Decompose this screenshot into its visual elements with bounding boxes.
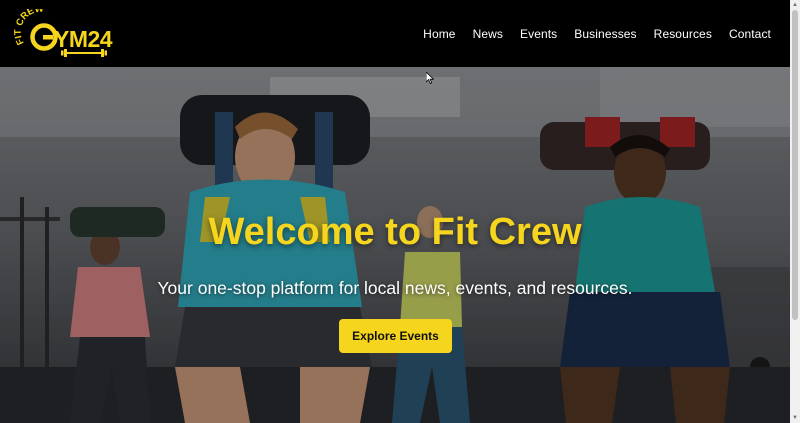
cursor-arrow-icon	[426, 72, 434, 84]
brand-logo[interactable]: FIT CREW YM24	[14, 9, 126, 59]
nav-link-events[interactable]: Events	[520, 27, 557, 41]
hero-section: Welcome to Fit Crew Your one-stop platfo…	[0, 67, 790, 423]
nav-item-events: Events	[520, 25, 557, 43]
site-header: FIT CREW YM24 Home News Events Businesse…	[0, 0, 790, 67]
nav-item-home: Home	[423, 25, 455, 43]
scroll-thumb[interactable]	[792, 10, 798, 320]
hero-subtitle: Your one-stop platform for local news, e…	[157, 278, 633, 298]
nav-link-resources[interactable]: Resources	[654, 27, 712, 41]
svg-text:YM24: YM24	[54, 26, 113, 52]
scroll-down-arrow-icon[interactable]: ▼	[790, 413, 800, 423]
scroll-up-arrow-icon[interactable]: ▲	[790, 0, 800, 10]
hero-content: Welcome to Fit Crew Your one-stop platfo…	[0, 67, 790, 423]
gym24-logo-icon: FIT CREW YM24	[14, 9, 113, 57]
nav-link-home[interactable]: Home	[423, 27, 455, 41]
nav-link-contact[interactable]: Contact	[729, 27, 771, 41]
page-scrollbar[interactable]: ▲ ▼	[790, 0, 800, 423]
main-nav: Home News Events Businesses Resources Co…	[423, 25, 771, 43]
hero-title: Welcome to Fit Crew	[208, 211, 582, 253]
nav-item-businesses: Businesses	[574, 25, 636, 43]
nav-item-resources: Resources	[654, 25, 712, 43]
explore-events-button[interactable]: Explore Events	[339, 319, 452, 353]
nav-link-news[interactable]: News	[473, 27, 503, 41]
nav-link-businesses[interactable]: Businesses	[574, 27, 636, 41]
nav-item-contact: Contact	[729, 25, 771, 43]
nav-item-news: News	[473, 25, 503, 43]
